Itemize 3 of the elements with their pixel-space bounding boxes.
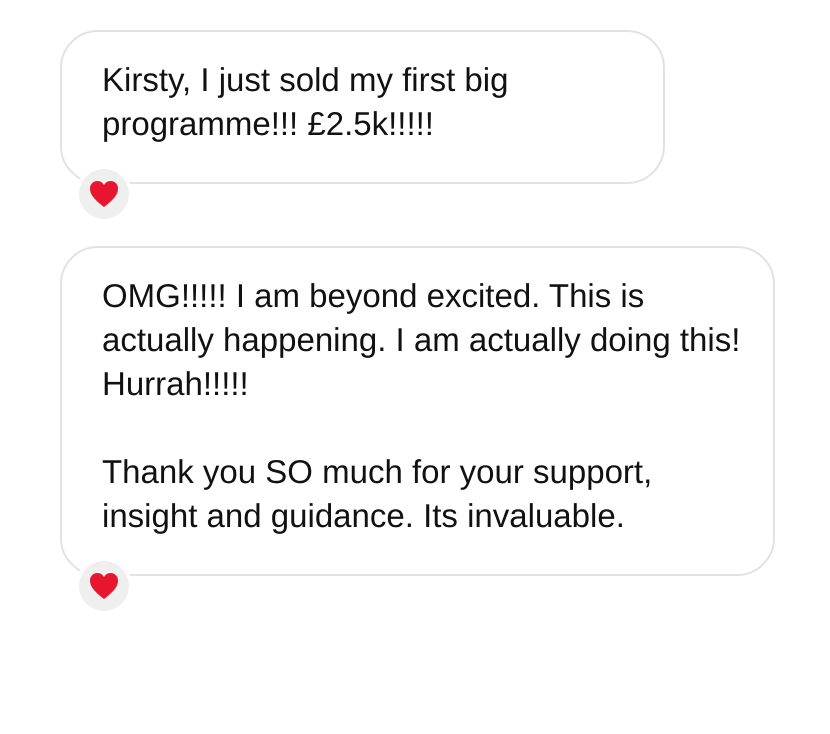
message-text: Thank you SO much for your support, insight and guidance. Its invaluable.: [102, 452, 654, 536]
message-text: Kirsty, I just sold my first big programme!!! £2.5k!!!!!: [102, 60, 510, 144]
message-text: OMG!!!!! I am beyond excited. This is actually happening. I am actually doing this! Hurrah!!!!!: [102, 276, 742, 404]
